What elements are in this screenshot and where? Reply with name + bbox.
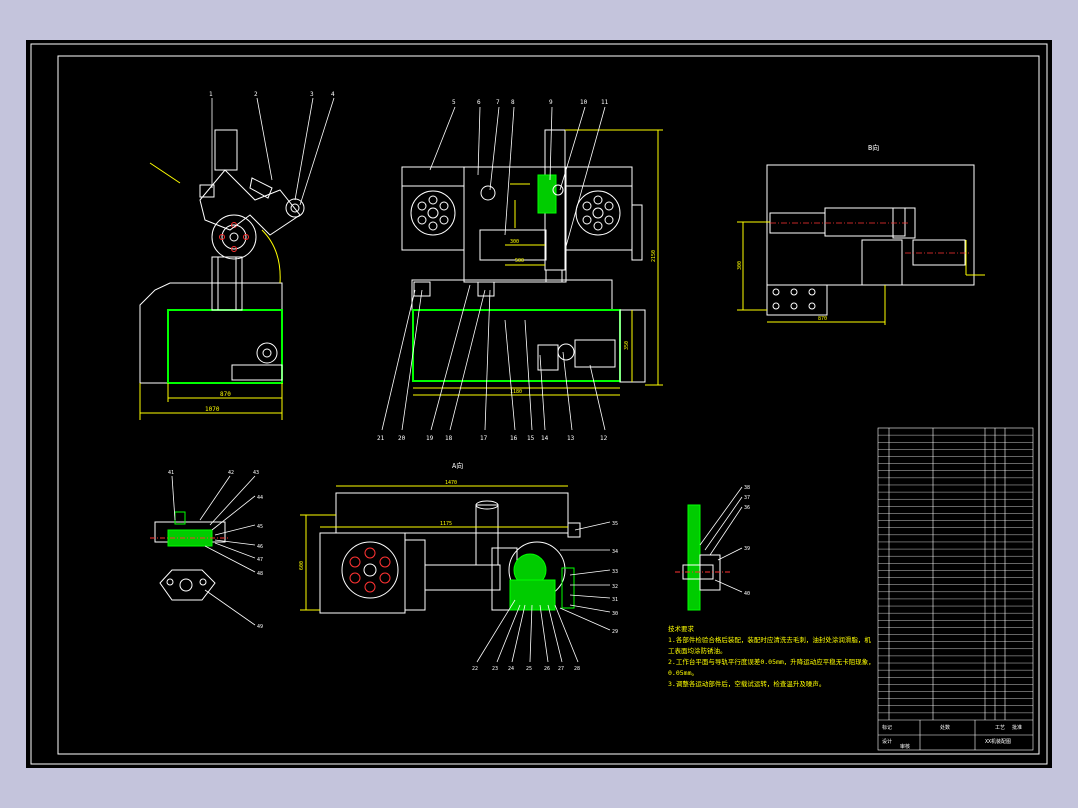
dim-view-b-width: 870: [818, 316, 827, 322]
title-label-design: 设计: [882, 738, 892, 745]
balloon-24: 24: [508, 666, 514, 672]
balloon-45: 45: [257, 524, 263, 530]
view-b-label: B向: [868, 143, 879, 152]
dim-view-a-width: 1470: [445, 480, 457, 486]
balloon-31: 31: [612, 597, 618, 603]
dim-front-small: 300: [510, 239, 519, 245]
balloon-15: 15: [527, 435, 535, 442]
dim-side-total: 1070: [205, 406, 220, 413]
balloon-42: 42: [228, 470, 234, 476]
balloon-39: 39: [744, 546, 750, 552]
balloon-38: 38: [744, 485, 750, 491]
title-label-mark: 标记: [882, 724, 892, 731]
balloon-23: 23: [492, 666, 498, 672]
cad-drawing-canvas: 870 1070 1 2 3 4 2150 1180 350 500 300 5…: [26, 40, 1052, 768]
balloon-37: 37: [744, 495, 750, 501]
balloon-40: 40: [744, 591, 750, 597]
dim-view-a-height: 600: [299, 561, 305, 570]
dim-front-height: 2150: [651, 250, 657, 262]
balloon-9: 9: [549, 99, 553, 106]
tech-notes-title: 技术要求: [668, 624, 695, 633]
balloon-5: 5: [452, 99, 456, 106]
balloon-14: 14: [541, 435, 549, 442]
balloon-25: 25: [526, 666, 532, 672]
title-label-review: 审核: [900, 743, 910, 750]
balloon-30: 30: [612, 611, 618, 617]
balloon-34: 34: [612, 549, 618, 555]
balloon-44: 44: [257, 495, 263, 501]
view-a-label: A向: [452, 461, 463, 470]
balloon-3: 3: [310, 91, 314, 98]
dim-side-width: 870: [220, 391, 231, 398]
tech-note-line-1: 1.各部件检验合格后装配，装配时应清洗去毛刺，油封处涂润滑脂，机: [668, 635, 871, 644]
balloon-43: 43: [253, 470, 259, 476]
balloon-27: 27: [558, 666, 564, 672]
balloon-20: 20: [398, 435, 406, 442]
balloon-1: 1: [209, 91, 213, 98]
balloon-32: 32: [612, 584, 618, 590]
balloon-6: 6: [477, 99, 481, 106]
balloon-12: 12: [600, 435, 608, 442]
balloon-22: 22: [472, 666, 478, 672]
drawing-sheet: [26, 40, 1052, 768]
balloon-17: 17: [480, 435, 488, 442]
dim-view-b-height: 300: [737, 261, 743, 270]
tech-note-line-5: 3.调整各运动部件后，空载试运转，检查温升及噪声。: [668, 679, 825, 688]
balloon-4: 4: [331, 91, 335, 98]
balloon-35: 35: [612, 521, 618, 527]
balloon-18: 18: [445, 435, 453, 442]
balloon-47: 47: [257, 557, 263, 563]
balloon-11: 11: [601, 99, 609, 106]
balloon-46: 46: [257, 544, 263, 550]
balloon-49: 49: [257, 624, 263, 630]
tech-note-line-3: 2.工作台平面与导轨平行度误差0.05mm，升降运动应平稳无卡阻现象，: [668, 657, 875, 666]
drawing-name: XX机装配图: [985, 738, 1011, 745]
dim-view-a-inner: 1175: [440, 521, 452, 527]
title-label-approve: 批准: [1012, 724, 1022, 731]
dim-front-mid: 500: [515, 258, 524, 264]
balloon-36: 36: [744, 505, 750, 511]
balloon-7: 7: [496, 99, 500, 106]
balloon-28: 28: [574, 666, 580, 672]
balloon-19: 19: [426, 435, 434, 442]
balloon-29: 29: [612, 629, 618, 635]
balloon-21: 21: [377, 435, 385, 442]
dim-front-lower: 350: [624, 341, 630, 350]
balloon-48: 48: [257, 571, 263, 577]
balloon-10: 10: [580, 99, 588, 106]
tech-note-line-4: 0.05mm。: [668, 669, 698, 677]
balloon-41: 41: [168, 470, 174, 476]
tech-note-line-2: 工表面均涂防锈油。: [668, 646, 727, 655]
balloon-26: 26: [544, 666, 550, 672]
title-label-count: 处数: [940, 724, 950, 731]
balloon-2: 2: [254, 91, 258, 98]
balloon-8: 8: [511, 99, 515, 106]
balloon-13: 13: [567, 435, 575, 442]
balloon-16: 16: [510, 435, 518, 442]
title-label-process: 工艺: [995, 725, 1005, 731]
balloon-33: 33: [612, 569, 618, 575]
